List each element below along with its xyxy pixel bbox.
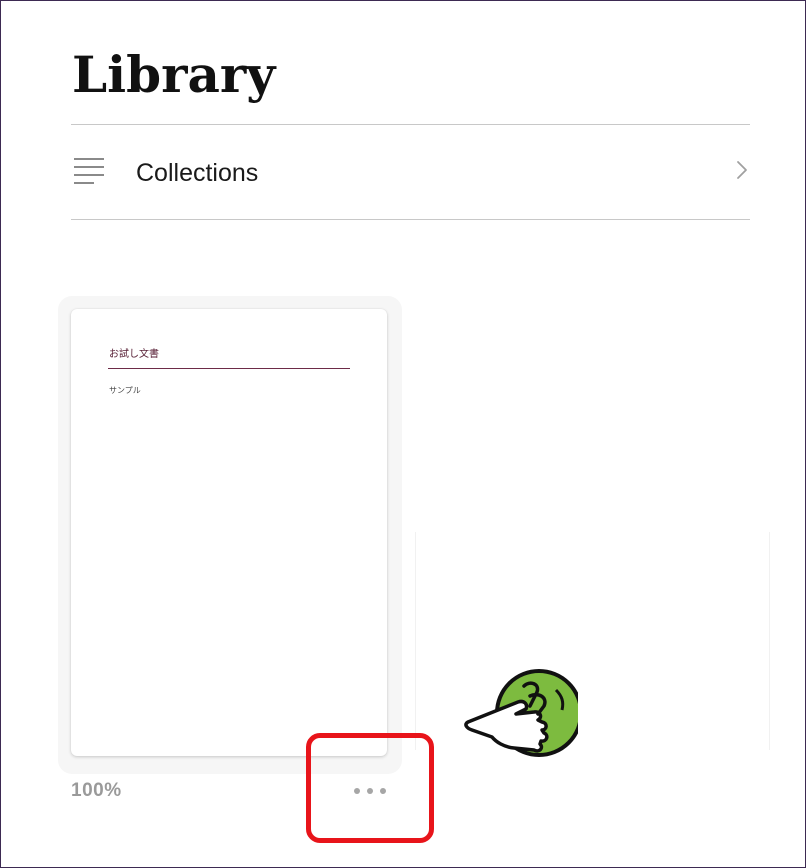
book-cover-rule: [108, 368, 350, 369]
more-options-icon: [354, 788, 360, 794]
collections-row[interactable]: Collections: [71, 125, 750, 219]
list-icon: [74, 158, 104, 184]
divider: [71, 219, 750, 220]
chevron-right-icon: [737, 161, 747, 179]
book-cover-subtitle: サンプル: [109, 386, 141, 395]
book-cover-title: お試し文書: [109, 349, 159, 360]
book-cover[interactable]: お試し文書 サンプル: [71, 309, 387, 756]
reading-progress: 100%: [71, 780, 122, 801]
more-options-icon: [367, 788, 373, 794]
collections-label: Collections: [136, 159, 259, 187]
more-options-icon: [380, 788, 386, 794]
page-title: Library: [72, 45, 276, 104]
more-options-button[interactable]: [350, 780, 390, 802]
pointing-hand-icon: [464, 669, 578, 757]
